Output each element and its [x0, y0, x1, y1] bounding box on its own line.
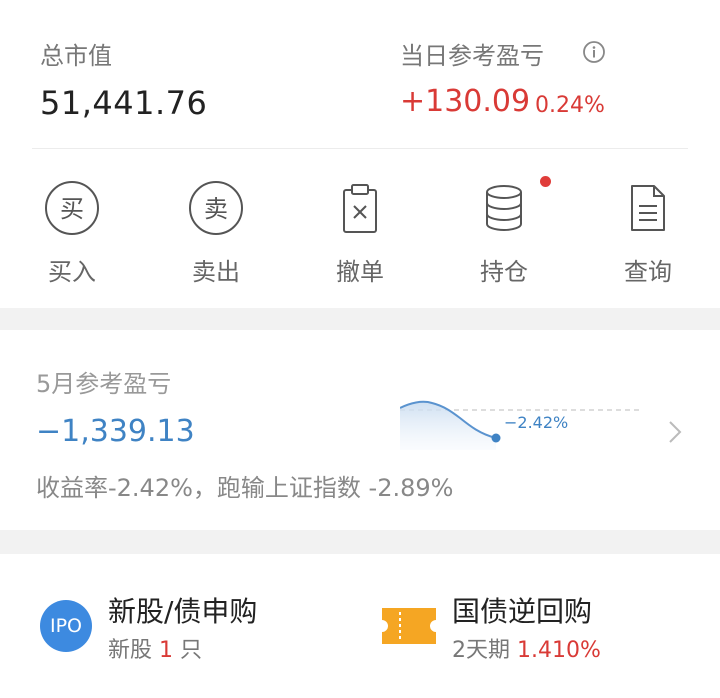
cancel-order-button[interactable]: 撤单 [312, 176, 408, 286]
database-icon [486, 185, 522, 231]
svg-text:卖: 卖 [204, 195, 228, 223]
info-icon[interactable] [582, 40, 606, 64]
reverse-repo-item[interactable]: 国债逆回购 2天期 1.410% [382, 584, 702, 664]
divider [32, 148, 688, 149]
buy-circle-icon: 买 [45, 181, 99, 235]
monthly-return-text: 收益率-2.42%，跑输上证指数 -2.89% [36, 474, 454, 502]
query-button[interactable]: 查询 [600, 176, 696, 286]
reverse-repo-rate: 1.410% [517, 638, 601, 663]
ipo-count: 1 [159, 638, 174, 663]
positions-label: 持仓 [480, 258, 528, 286]
cancel-order-label: 撤单 [336, 258, 384, 286]
reverse-repo-subtitle: 2天期 1.410% [452, 638, 601, 663]
monthly-pnl-value: −1,339.13 [36, 414, 195, 449]
total-market-value-label: 总市值 [40, 42, 112, 70]
monthly-pnl-card[interactable]: 5月参考盈亏 −1,339.13 收益率-2.42%，跑输上证指数 -2.89%… [0, 330, 720, 530]
reverse-repo-title: 国债逆回购 [452, 595, 593, 628]
monthly-pnl-title: 5月参考盈亏 [36, 370, 172, 398]
ipo-title: 新股/债申购 [108, 595, 258, 628]
positions-button[interactable]: 持仓 [456, 176, 552, 286]
document-icon [631, 185, 665, 231]
svg-text:−2.42%: −2.42% [504, 413, 568, 432]
ipo-icon: IPO [40, 600, 92, 652]
cancel-order-icon [343, 184, 377, 233]
total-market-value: 51,441.76 [40, 84, 208, 122]
daily-pnl-percent: 0.24% [535, 93, 605, 118]
ipo-subtitle: 新股 1 只 [108, 638, 203, 663]
ipo-subscription-item[interactable]: IPO 新股/债申购 新股 1 只 [40, 584, 340, 664]
sell-label: 卖出 [192, 258, 240, 286]
buy-label: 买入 [48, 258, 96, 286]
ticket-icon [382, 608, 436, 644]
monthly-sparkline: −2.42% [400, 400, 640, 450]
svg-text:买: 买 [60, 195, 84, 223]
query-label: 查询 [624, 258, 672, 286]
sell-circle-icon: 卖 [189, 181, 243, 235]
notification-dot [540, 176, 551, 187]
account-summary-card: 总市值 51,441.76 当日参考盈亏 +130.09 0.24% 买 买入 … [0, 0, 720, 308]
daily-pnl-value: +130.09 [400, 84, 531, 119]
daily-pnl-label: 当日参考盈亏 [400, 42, 544, 70]
chevron-right-icon [669, 421, 682, 443]
buy-button[interactable]: 买 买入 [24, 176, 120, 286]
sell-button[interactable]: 卖 卖出 [168, 176, 264, 286]
services-card: IPO 新股/债申购 新股 1 只 国债逆回购 2天期 1.410% [0, 554, 720, 698]
